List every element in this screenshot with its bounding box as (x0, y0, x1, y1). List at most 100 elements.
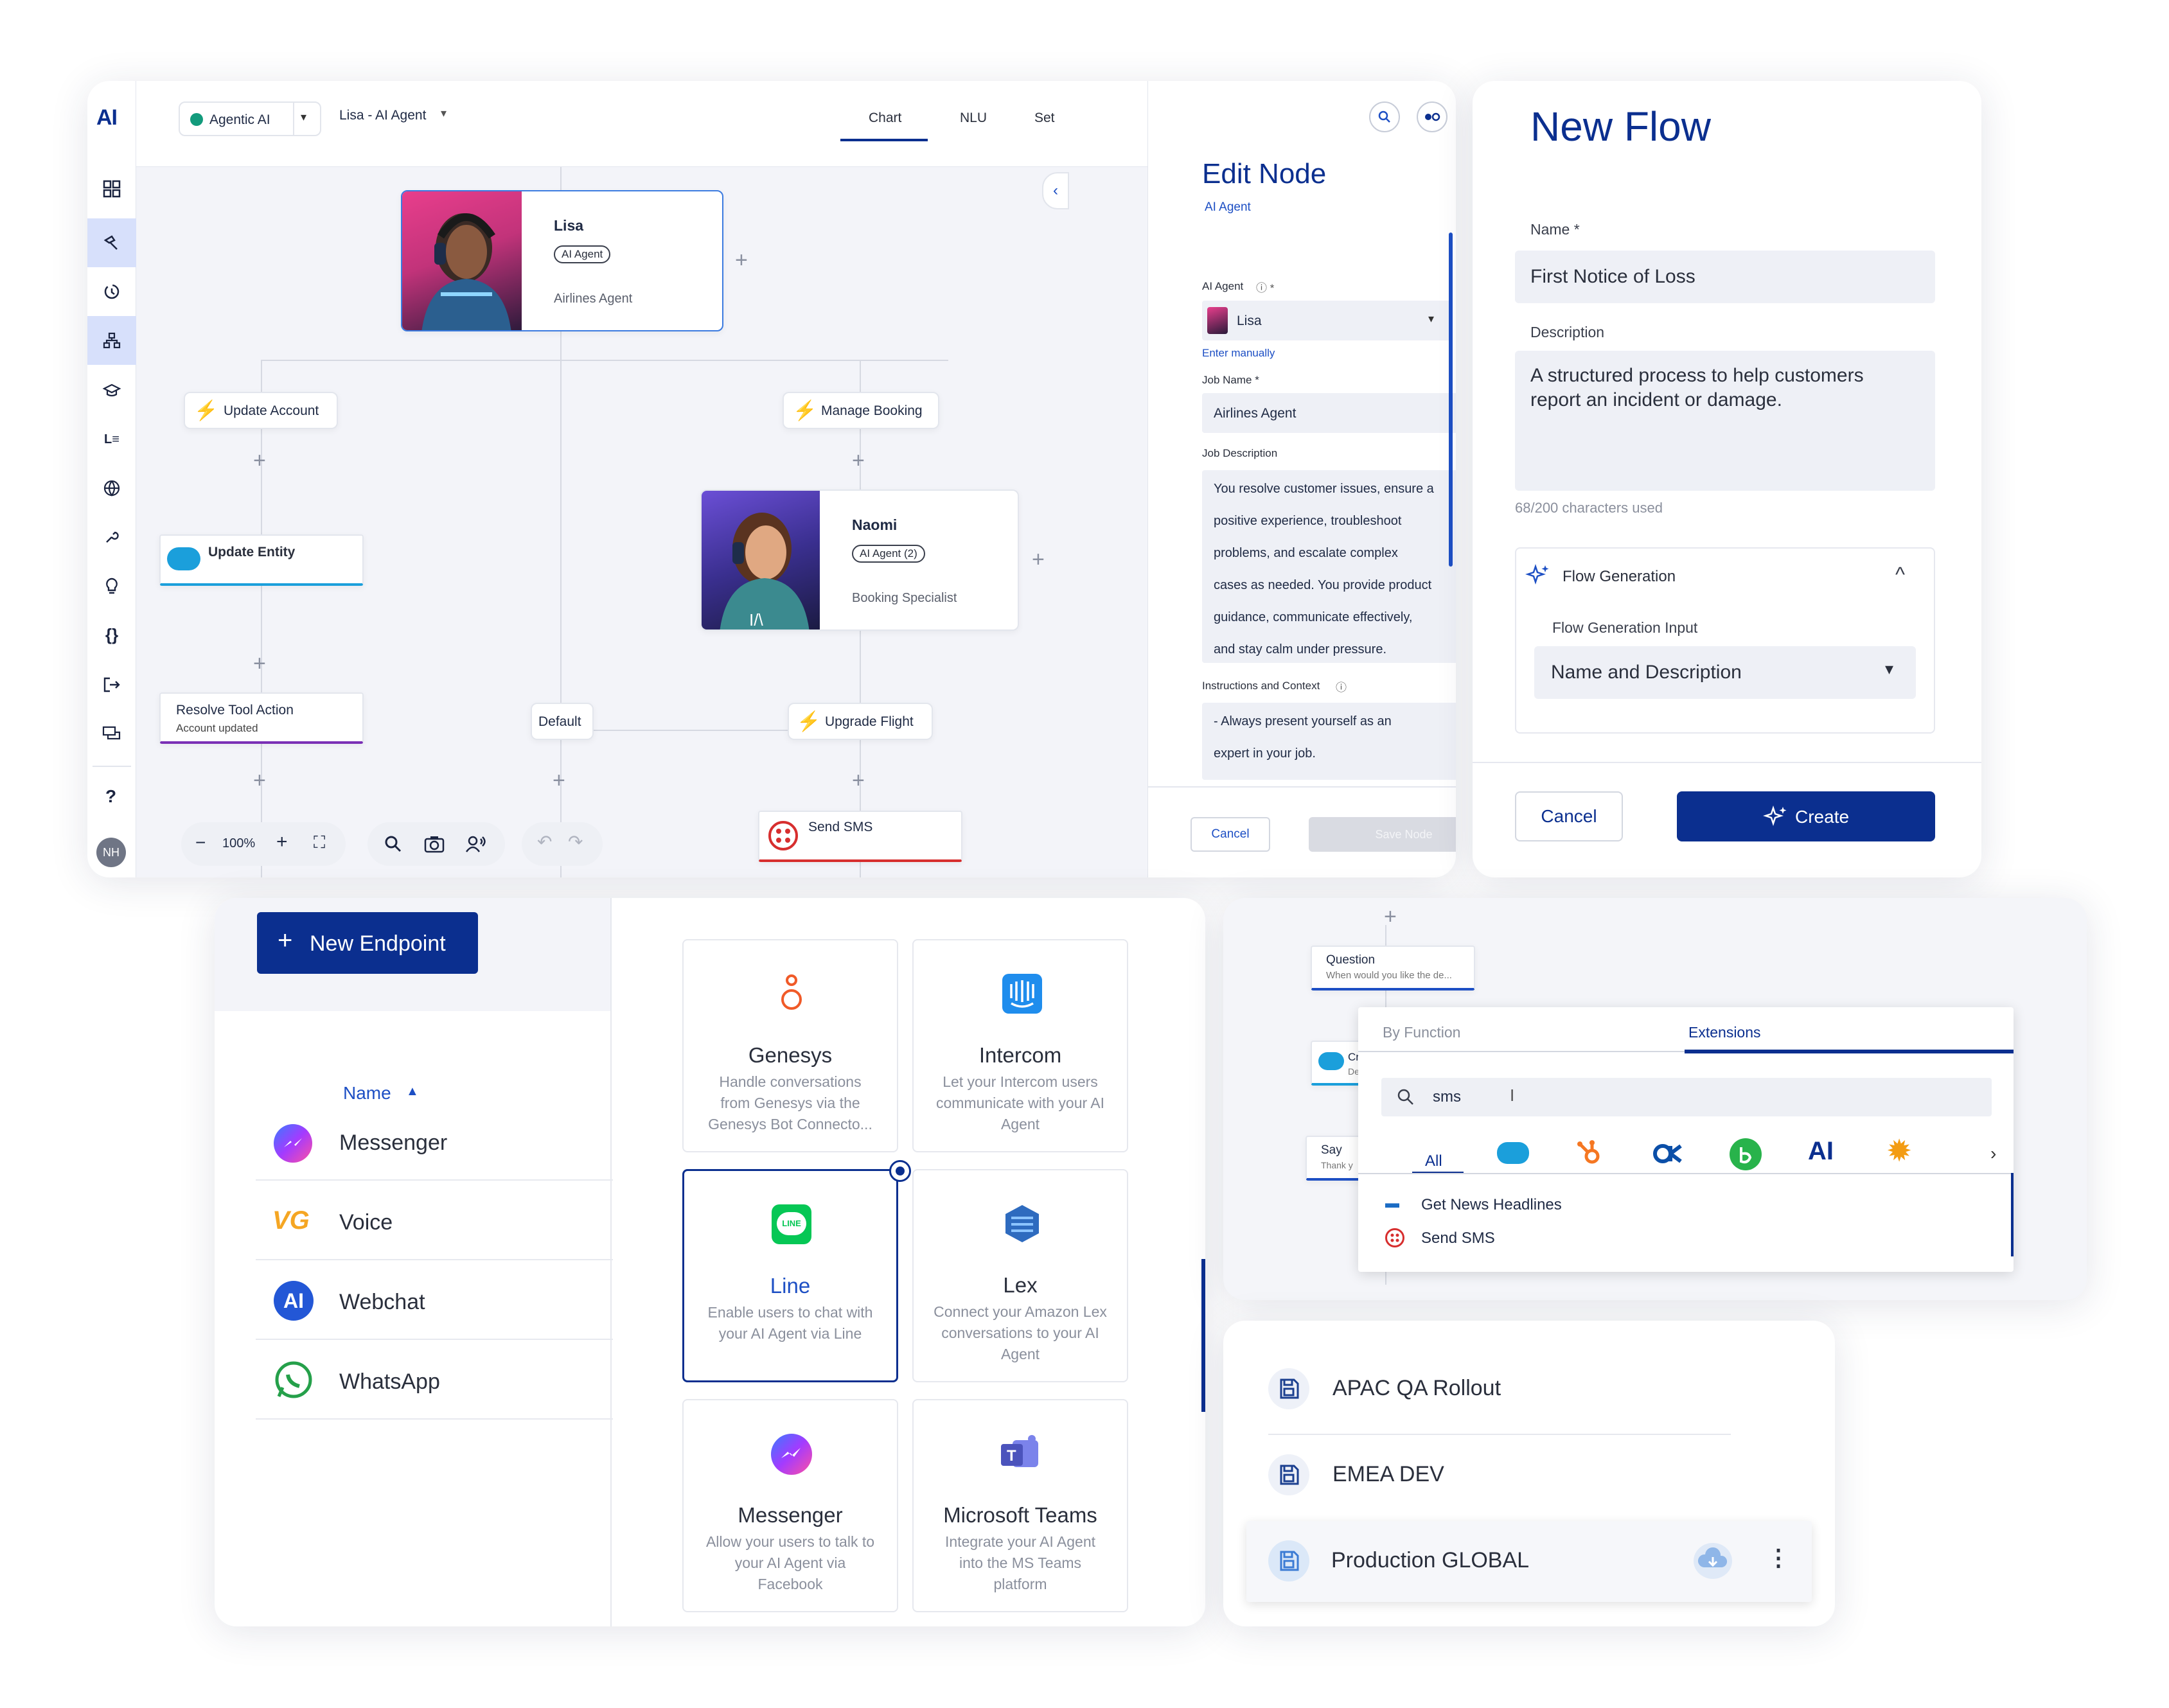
undo-icon[interactable]: ↶ (537, 831, 552, 852)
scrollbar[interactable] (2011, 1173, 2014, 1256)
endpoint-row[interactable]: Messenger (256, 1101, 613, 1181)
user-avatar[interactable]: NH (96, 838, 126, 867)
selected-radio[interactable] (889, 1160, 911, 1182)
scrollbar[interactable] (1201, 1259, 1205, 1412)
tab-extensions[interactable]: Extensions (1688, 1024, 1761, 1041)
send-sms-node[interactable]: Send SMS (758, 811, 962, 862)
enter-manually-link[interactable]: Enter manually (1202, 347, 1275, 360)
add-node-plus[interactable]: + (1032, 549, 1045, 570)
sort-asc-icon[interactable]: ▲ (406, 1084, 419, 1099)
description-input[interactable]: A structured process to help customers r… (1515, 351, 1935, 491)
result-item[interactable]: Get News Headlines (1421, 1196, 1562, 1214)
zoom-out-button[interactable]: − (195, 832, 206, 853)
flows-icon[interactable] (87, 267, 136, 316)
add-node-plus[interactable]: + (852, 450, 865, 471)
scrollbar[interactable] (1449, 233, 1453, 567)
chevron-up-icon[interactable]: ^ (1895, 563, 1905, 586)
new-endpoint-button[interactable]: + New Endpoint (257, 912, 478, 974)
snapshot-row-selected[interactable]: Production GLOBAL ⋮ (1246, 1521, 1812, 1602)
resolve-tool-action-node[interactable]: Resolve Tool Action Account updated (159, 692, 364, 744)
microsoft-teams-card[interactable]: T Microsoft Teams Integrate your AI Agen… (912, 1399, 1128, 1612)
ai-filter-icon[interactable]: AI (1808, 1137, 1834, 1166)
cloud-download-icon[interactable] (1694, 1543, 1732, 1579)
generation-input-select[interactable]: Name and Description ▾ (1534, 646, 1916, 699)
agent-select[interactable]: Agentic AI ▾ (179, 101, 321, 136)
chat-icon[interactable] (87, 709, 136, 758)
instructions-input[interactable]: - Always present yourself as an expert i… (1202, 703, 1456, 780)
default-node[interactable]: Default (531, 703, 594, 740)
endpoint-row[interactable]: AI Webchat (256, 1260, 613, 1340)
cancel-button[interactable]: Cancel (1191, 817, 1270, 852)
tab-by-function[interactable]: By Function (1383, 1024, 1460, 1041)
filter-all[interactable]: All (1425, 1152, 1442, 1170)
voice-preview-icon[interactable] (465, 835, 486, 853)
fit-screen-icon[interactable]: ⛶ (314, 832, 325, 853)
redo-icon[interactable]: ↷ (568, 831, 583, 852)
more-options-icon[interactable]: ⋮ (1767, 1544, 1790, 1571)
agent-name-dropdown[interactable]: Lisa - AI Agent (339, 108, 426, 123)
zoom-in-button[interactable]: + (276, 831, 288, 853)
result-item[interactable]: Send SMS (1421, 1229, 1495, 1247)
code-braces-icon[interactable]: {} (87, 610, 136, 659)
collapse-panel-button[interactable]: ‹ (1042, 172, 1069, 209)
name-input[interactable]: First Notice of Loss (1515, 251, 1935, 303)
genesys-card[interactable]: Genesys Handle conversations from Genesy… (682, 939, 898, 1152)
add-node-plus[interactable]: + (253, 770, 266, 791)
logs-icon[interactable]: L≡ (87, 415, 136, 464)
add-node-plus[interactable]: + (852, 770, 865, 791)
alteryx-filter-icon[interactable] (1651, 1141, 1687, 1167)
add-node-plus[interactable]: + (1384, 906, 1397, 928)
save-node-button[interactable]: Save Node (1309, 817, 1456, 852)
dashboard-icon[interactable] (87, 164, 136, 213)
lightbulb-icon[interactable] (87, 561, 136, 610)
add-node-plus[interactable]: + (735, 249, 748, 271)
tab-chart[interactable]: Chart (869, 110, 901, 126)
salesforce-filter-icon[interactable] (1497, 1142, 1529, 1164)
help-icon[interactable]: ? (105, 786, 116, 807)
chevron-down-icon[interactable]: ▾ (1885, 659, 1893, 679)
search-icon[interactable] (384, 835, 402, 853)
create-button[interactable]: Create (1677, 791, 1935, 841)
snapshot-row[interactable]: APAC QA Rollout (1268, 1355, 1731, 1435)
tab-nlu[interactable]: NLU (960, 110, 987, 126)
update-entity-node[interactable]: Update Entity (159, 534, 364, 586)
job-description-input[interactable]: You resolve customer issues, ensure a po… (1202, 470, 1456, 663)
upgrade-flight-node[interactable]: ⚡ Upgrade Flight (788, 703, 933, 740)
info-icon[interactable]: ⓘ (1336, 678, 1347, 694)
training-icon[interactable] (87, 366, 136, 415)
cancel-button[interactable]: Cancel (1515, 791, 1623, 841)
add-node-plus[interactable]: + (253, 653, 266, 674)
build-icon[interactable] (87, 218, 136, 267)
add-node-plus[interactable]: + (553, 770, 565, 791)
tab-settings[interactable]: Set (1034, 110, 1055, 126)
question-node[interactable]: Question When would you like the de... (1311, 946, 1475, 990)
add-node-plus[interactable]: + (253, 450, 266, 471)
globe-icon[interactable] (87, 464, 136, 513)
deploy-icon[interactable] (87, 660, 136, 709)
endpoint-row[interactable]: WhatsApp (256, 1340, 613, 1420)
camera-icon[interactable] (424, 835, 445, 853)
wrench-icon[interactable] (87, 513, 136, 561)
lisa-agent-node[interactable]: Lisa AI Agent Airlines Agent (401, 190, 723, 331)
org-chart-icon[interactable] (87, 316, 136, 365)
manage-booking-node[interactable]: ⚡ Manage Booking (783, 392, 939, 429)
line-card[interactable]: LINE Line Enable users to chat with your… (682, 1169, 898, 1382)
extension-search-input[interactable]: sms I (1381, 1078, 1992, 1116)
messenger-card[interactable]: Messenger Allow your users to talk to yo… (682, 1399, 898, 1612)
sun-filter-icon[interactable]: ✹ (1886, 1133, 1912, 1169)
job-name-input[interactable]: Airlines Agent ΛI (1202, 393, 1456, 433)
endpoint-row[interactable]: VG Voice (256, 1181, 613, 1260)
ai-agent-select[interactable]: Lisa ▾ (1202, 301, 1453, 340)
info-icon[interactable]: ⓘ * (1256, 279, 1274, 295)
intercom-card[interactable]: Intercom Let your Intercom users communi… (912, 939, 1128, 1152)
chevron-down-icon[interactable]: ▾ (301, 110, 306, 124)
hubspot-filter-icon[interactable] (1574, 1138, 1605, 1169)
chevron-down-icon[interactable]: ▾ (1428, 312, 1434, 326)
update-account-node[interactable]: ⚡ Update Account (184, 392, 338, 429)
chevron-right-icon[interactable]: › (1990, 1143, 1996, 1164)
connections-icon[interactable] (1417, 101, 1447, 132)
search-icon[interactable] (1369, 101, 1400, 132)
naomi-agent-node[interactable]: I/\ Naomi AI Agent (2) Booking Specialis… (700, 489, 1019, 631)
greenhouse-filter-icon[interactable] (1730, 1138, 1762, 1170)
snapshot-row[interactable]: EMEA DEV (1268, 1436, 1731, 1519)
